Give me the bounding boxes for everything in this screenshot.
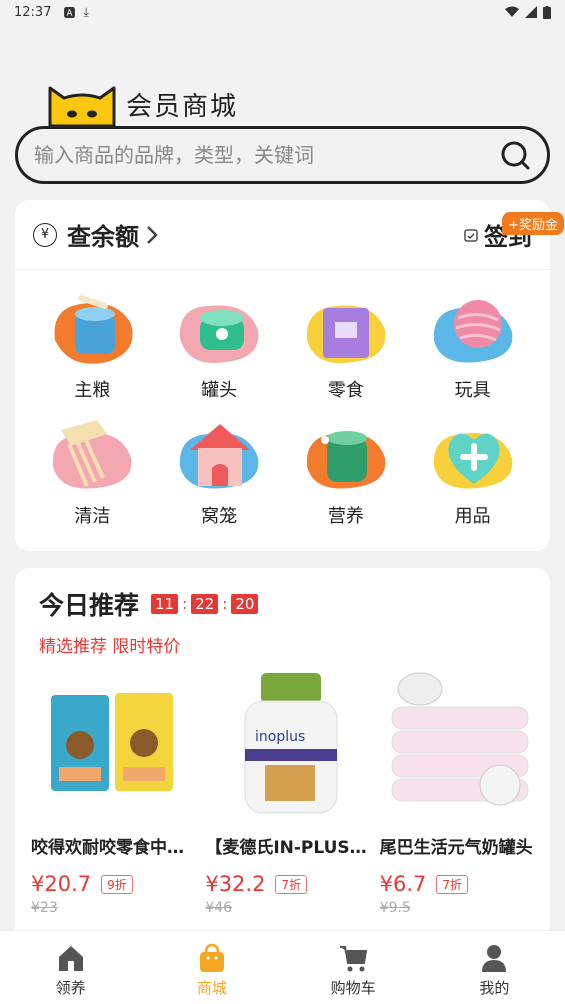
original-price: ¥46 xyxy=(205,900,233,916)
calendar-check-icon xyxy=(464,228,478,242)
category-snacks[interactable]: 零食 xyxy=(283,290,410,402)
nav-label: 购物车 xyxy=(330,979,376,997)
balance-row: ¥ 查余额 签到 +奖励金 xyxy=(15,200,564,270)
category-label: 罐头 xyxy=(201,380,238,401)
discount-badge: 7折 xyxy=(436,874,469,894)
notification-a-icon: 🅰 xyxy=(63,5,76,20)
product-price: ¥6.7 xyxy=(379,872,427,896)
product-name: 【麦德氏IN-PLUS】复合维生素片 xyxy=(205,838,370,858)
shopping-bag-icon xyxy=(199,943,224,972)
search-bar[interactable] xyxy=(15,126,550,184)
user-icon xyxy=(482,945,507,972)
cat-logo-icon xyxy=(48,86,116,126)
cart-icon xyxy=(340,946,368,972)
recommend-title: 今日推荐 xyxy=(39,591,140,620)
category-label: 用品 xyxy=(454,506,491,527)
nav-label: 商城 xyxy=(196,979,227,997)
nav-profile[interactable]: 我的 xyxy=(424,931,565,1004)
category-cleaning[interactable]: 清洁 xyxy=(29,416,156,528)
product-card[interactable]: inoplus 【麦德氏IN-PLUS】复合维生素片 ¥32.2 7折 ¥46 xyxy=(201,667,375,916)
category-label: 窝笼 xyxy=(201,506,238,527)
category-nutrition[interactable]: 营养 xyxy=(283,416,410,528)
discount-badge: 9折 xyxy=(101,874,133,894)
comb-icon xyxy=(53,420,132,489)
original-price: ¥23 xyxy=(31,900,58,916)
product-image: inoplus xyxy=(244,673,338,814)
nav-adopt[interactable]: 领养 xyxy=(0,931,141,1004)
svg-text:inoplus: inoplus xyxy=(255,729,305,745)
search-icon[interactable] xyxy=(499,139,531,171)
timer-hours: 11 xyxy=(151,594,179,614)
category-label: 主粮 xyxy=(74,380,111,401)
search-input[interactable] xyxy=(34,143,499,167)
pet-house-icon xyxy=(180,424,259,489)
check-balance-button[interactable]: 查余额 xyxy=(67,217,139,252)
product-image xyxy=(391,672,529,806)
timer-colon: : xyxy=(222,595,228,613)
category-label: 玩具 xyxy=(454,380,491,401)
nav-label: 领养 xyxy=(55,979,86,997)
home-icon xyxy=(58,946,83,971)
discount-badge: 7折 xyxy=(275,874,308,894)
timer-colon: : xyxy=(182,595,188,613)
signal-icon xyxy=(525,6,537,18)
product-card[interactable]: 咬得欢耐咬零食中型犬 ¥20.7 9折 ¥23 xyxy=(27,667,201,916)
yen-icon: ¥ xyxy=(33,222,57,247)
bonus-badge: +奖励金 xyxy=(502,212,564,235)
category-label: 营养 xyxy=(327,506,364,527)
category-staple-food[interactable]: 主粮 xyxy=(29,290,156,402)
balance-category-card: ¥ 查余额 签到 +奖励金 主粮 罐头 零食 玩具 清洁 窝笼 营养 用品 xyxy=(15,200,564,551)
category-label: 零食 xyxy=(327,380,364,401)
bowl-icon xyxy=(54,295,133,364)
category-toys[interactable]: 玩具 xyxy=(409,290,536,402)
category-label: 清洁 xyxy=(74,506,111,527)
original-price: ¥9.5 xyxy=(379,900,411,916)
can-icon xyxy=(180,305,259,363)
bottom-nav: 领养 商城 购物车 我的 xyxy=(0,930,565,1004)
product-image xyxy=(51,693,173,791)
timer-minutes: 22 xyxy=(191,594,219,614)
chevron-right-icon[interactable] xyxy=(145,224,159,246)
category-grid: 主粮 罐头 零食 玩具 清洁 窝笼 营养 用品 xyxy=(15,270,550,528)
product-price: ¥32.2 xyxy=(205,872,266,896)
page-title: 会员商城 xyxy=(126,92,239,122)
recommend-header: 今日推荐 11 : 22 : 20 xyxy=(15,568,550,622)
nav-cart[interactable]: 购物车 xyxy=(283,931,424,1004)
nav-label: 我的 xyxy=(479,979,510,997)
category-kennel[interactable]: 窝笼 xyxy=(156,416,283,528)
product-card[interactable]: 尾巴生活元气奶罐头 ¥6.7 7折 ¥9.5 xyxy=(376,667,550,916)
product-name: 咬得欢耐咬零食中型犬 xyxy=(31,838,196,858)
product-list: 咬得欢耐咬零食中型犬 ¥20.7 9折 ¥23 inoplus 【麦德氏IN-P… xyxy=(15,657,550,916)
recommend-card: 今日推荐 11 : 22 : 20 精选推荐 限时特价 咬得欢耐咬零食中型犬 ¥… xyxy=(15,568,550,948)
nav-mall[interactable]: 商城 xyxy=(141,931,282,1004)
product-price: ¥20.7 xyxy=(31,872,92,896)
wifi-icon xyxy=(505,6,519,17)
status-bar: 12:37 🅰 ⤓ xyxy=(0,0,565,24)
supplement-jar-icon xyxy=(306,431,386,489)
download-icon: ⤓ xyxy=(83,4,89,19)
category-supplies[interactable]: 用品 xyxy=(409,416,536,528)
heart-plus-icon xyxy=(433,433,513,489)
yarn-ball-icon xyxy=(433,300,513,363)
battery-icon xyxy=(543,5,551,19)
snack-bag-icon xyxy=(306,305,386,364)
recommend-subtitle: 精选推荐 限时特价 xyxy=(39,637,181,657)
timer-seconds: 20 xyxy=(231,594,259,614)
status-time: 12:37 xyxy=(14,4,52,20)
product-name: 尾巴生活元气奶罐头 xyxy=(379,838,533,858)
category-canned[interactable]: 罐头 xyxy=(156,290,283,402)
yen-symbol: ¥ xyxy=(40,227,50,242)
